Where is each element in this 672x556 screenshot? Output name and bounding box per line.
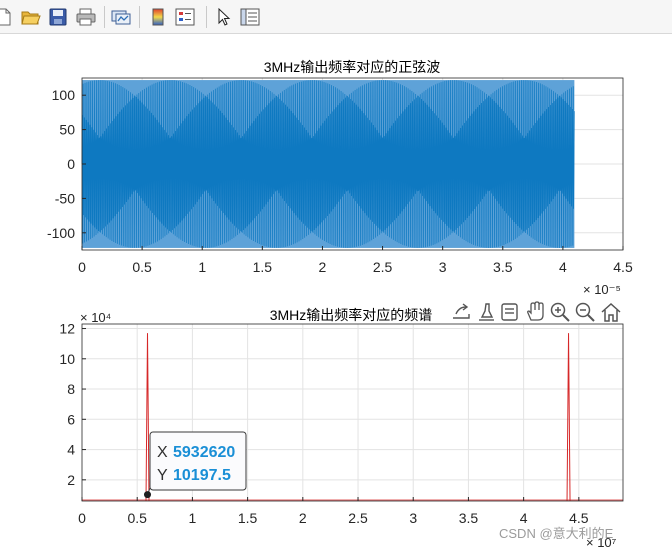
open-file-icon[interactable] [21,7,41,27]
sine-series-line [81,80,575,248]
spectrum-axes[interactable]: 0 0.5 1 1.5 2 2.5 3 3.5 4 4.5 12108642 3MHz输出频率对应… [59,307,624,550]
new-figure-icon[interactable] [0,7,14,27]
print-figure-icon[interactable] [76,7,96,27]
zoom-in-icon[interactable] [550,302,570,322]
y-tick-label: 100 [52,87,76,103]
x-tick-label: 3 [439,259,447,275]
y-tick-label: 10 [59,351,75,367]
x-tick-label: 0 [78,510,86,526]
x-tick-label: 1 [198,259,206,275]
x-tick-label: 2.5 [373,259,393,275]
datatip-x-value: 5932620 [173,444,235,461]
x-tick-label: 1.5 [238,510,258,526]
y-tick-label: 12 [59,321,75,337]
brush-icon[interactable] [479,303,494,321]
property-inspector-icon[interactable] [240,7,260,27]
x-tick-label: 2.5 [348,510,368,526]
pan-icon[interactable] [527,301,544,321]
time-domain-y-ticks: 100 50 0 -50 -100 [47,87,86,241]
datatip[interactable]: X 5932620 Y 10197.5 [144,431,247,499]
datatip-x-label: X [157,444,168,461]
save-figure-icon[interactable] [48,7,68,27]
spectrum-y-exponent: × 10⁴ [80,310,111,325]
x-tick-label: 2 [319,259,327,275]
edit-plot-icon[interactable] [214,7,234,27]
zoom-out-icon[interactable] [575,302,595,322]
x-tick-label: 1 [189,510,197,526]
y-tick-label: -50 [55,190,75,206]
y-tick-label: 8 [67,381,75,397]
export-icon[interactable] [453,303,470,319]
y-tick-label: -100 [47,225,75,241]
figure-canvas: 0 0.5 1 1.5 2 2.5 3 3.5 4 4.5 100 50 0 -50 -100 3MHz输… [0,34,672,551]
link-plot-icon[interactable] [111,7,131,27]
x-tick-label: 3.5 [459,510,479,526]
datatip-y-value: 10197.5 [173,467,231,484]
x-tick-label: 0 [78,259,86,275]
time-domain-title: 3MHz输出频率对应的正弦波 [264,59,441,75]
y-tick-label: 0 [67,156,75,172]
insert-legend-icon[interactable] [175,7,195,27]
y-tick-label: 50 [59,122,75,138]
figure-toolbar [0,0,672,34]
datatip-icon[interactable] [501,303,518,321]
restore-view-icon[interactable] [601,302,621,322]
x-tick-label: 4.5 [613,259,633,275]
y-tick-label: 2 [67,472,75,488]
x-tick-label: 4 [559,259,567,275]
time-domain-x-exponent: × 10⁻⁵ [583,282,621,297]
datatip-y-label: Y [157,467,168,484]
axes-toolbar [453,301,621,322]
time-domain-series [81,80,575,248]
plots-svg: 0 0.5 1 1.5 2 2.5 3 3.5 4 4.5 100500-50-100 3MHz输… [47,59,633,550]
x-tick-label: 0.5 [127,510,147,526]
x-tick-label: 0.5 [132,259,152,275]
y-tick-label: 6 [67,411,75,427]
insert-colorbar-icon[interactable] [148,7,168,27]
x-tick-label: 3.5 [493,259,513,275]
x-tick-label: 2 [299,510,307,526]
x-tick-label: 1.5 [253,259,273,275]
x-tick-label: 3 [409,510,417,526]
datatip-marker[interactable] [144,491,152,499]
watermark: CSDN @意大利的E [499,526,614,541]
y-tick-label: 4 [67,442,75,458]
spectrum-title: 3MHz输出频率对应的频谱 [270,307,433,323]
time-domain-axes[interactable]: 0 0.5 1 1.5 2 2.5 3 3.5 4 4.5 100 50 0 -50 -100 3MHz输… [47,59,633,297]
